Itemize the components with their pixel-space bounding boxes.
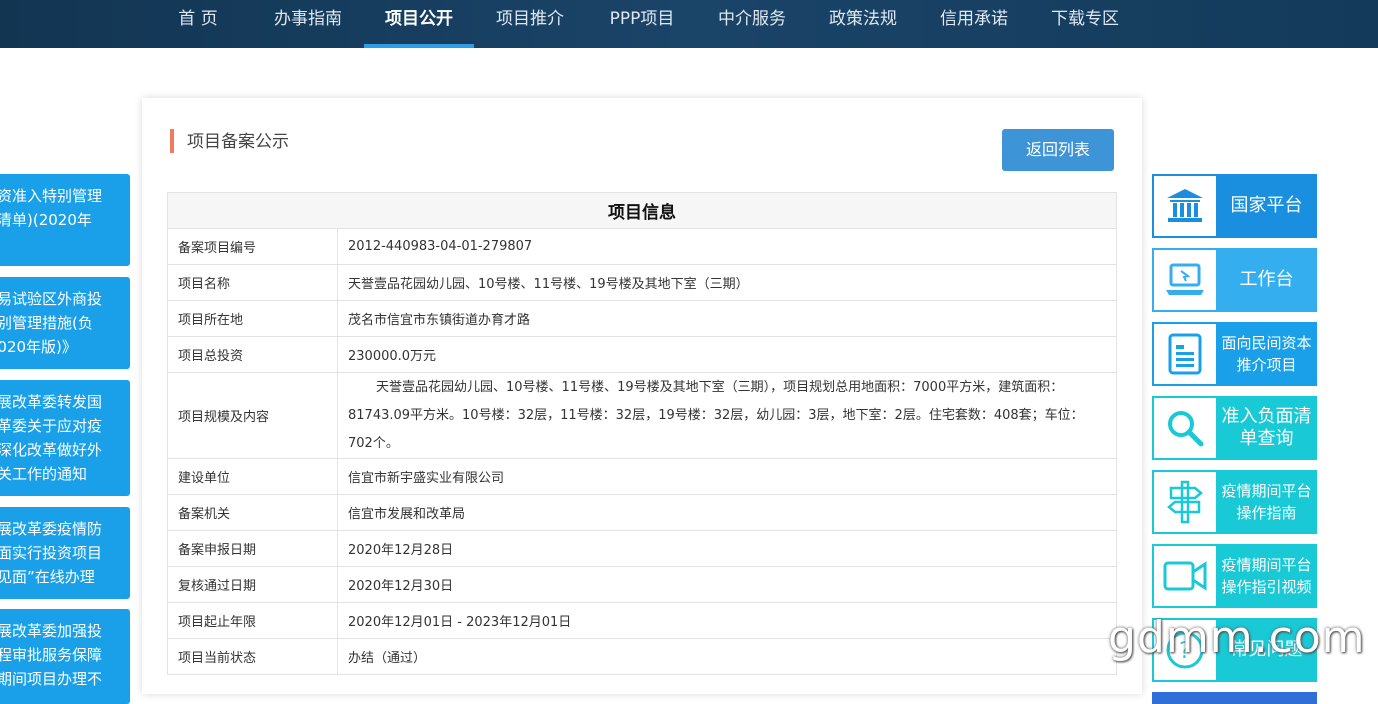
row-key: 项目名称	[167, 264, 338, 301]
row-key: 项目规模及内容	[167, 372, 338, 459]
top-nav: 首 页 办事指南 项目公开 项目推介 PPP项目 中介服务 政策法规 信用承诺 …	[0, 0, 1378, 48]
table-row: 项目名称 天誉壹品花园幼儿园、10号楼、11号楼、19号楼及其地下室（三期）	[167, 264, 1117, 301]
news-item-text: 投资准入特别管理 面清单)(2020年	[0, 187, 103, 229]
right-panel-label: 工作台	[1239, 269, 1294, 290]
nav-item-ppp[interactable]: PPP项目	[600, 0, 684, 48]
table-row: 项目当前状态 办结（通过）	[167, 638, 1117, 675]
project-info-card: 项目备案公示 返回列表 项目信息 备案项目编号 2012-440983-04-0…	[142, 98, 1142, 694]
row-key: 备案机关	[167, 494, 338, 531]
row-key: 备案申报日期	[167, 530, 338, 567]
right-panel-label: 国家平台	[1230, 195, 1303, 216]
row-value: 天誉壹品花园幼儿园、10号楼、11号楼、19号楼及其地下室（三期）	[337, 264, 1117, 301]
nav-item-download[interactable]: 下载专区	[1043, 0, 1127, 48]
nav-item-policy[interactable]: 政策法规	[821, 0, 905, 48]
table-row: 项目规模及内容 天誉壹品花园幼儿园、10号楼、11号楼、19号楼及其地下室（三期…	[167, 372, 1117, 459]
back-to-list-button[interactable]: 返回列表	[1002, 129, 1114, 171]
news-item-text: 发展改革委加强投 流程审批服务保障 控期间项目办理不	[0, 622, 103, 688]
document-list-icon	[1154, 324, 1216, 384]
news-item[interactable]: 贸易试验区外商投 特别管理措施(负 (2020年版)》	[0, 277, 130, 369]
right-panel-label: 疫情期间平台操作指南	[1221, 482, 1312, 522]
laptop-icon	[1154, 250, 1216, 310]
row-value: 2020年12月01日 - 2023年12月01日	[337, 602, 1117, 639]
nav-item-credit[interactable]: 信用承诺	[932, 0, 1016, 48]
table-row: 项目起止年限 2020年12月01日 - 2023年12月01日	[167, 602, 1117, 639]
row-value: 2012-440983-04-01-279807	[337, 228, 1117, 265]
news-item[interactable]: 发展改革委疫情防 全面实行投资项目 不见面”在线办理	[0, 507, 130, 599]
row-key: 建设单位	[167, 458, 338, 495]
row-value: 2020年12月30日	[337, 566, 1117, 603]
watermark: gdmm.com	[1108, 612, 1366, 663]
right-panel-label: 疫情期间平台操作指引视频	[1221, 556, 1312, 596]
nav-item-project-promote[interactable]: 项目推介	[488, 0, 572, 48]
row-value: 茂名市信宜市东镇街道办育才路	[337, 300, 1117, 337]
row-key: 备案项目编号	[167, 228, 338, 265]
right-panel-label: 面向民间资本推介项目	[1221, 334, 1312, 374]
private-capital-projects-button[interactable]: 面向民间资本推介项目	[1152, 322, 1317, 386]
negative-list-query-button[interactable]: 准入负面清单查询	[1152, 396, 1317, 460]
news-item[interactable]: 发展改革委转发国 改革委关于应对疫 步深化改革做好外 有关工作的通知	[0, 380, 130, 496]
epidemic-video-button[interactable]: 疫情期间平台操作指引视频	[1152, 544, 1317, 608]
national-platform-button[interactable]: 国家平台	[1152, 174, 1317, 238]
row-value: 信宜市新宇盛实业有限公司	[337, 458, 1117, 495]
workbench-button[interactable]: 工作台	[1152, 248, 1317, 312]
table-row: 项目总投资 230000.0万元	[167, 336, 1117, 373]
news-item[interactable]: 发展改革委加强投 流程审批服务保障 控期间项目办理不	[0, 609, 130, 704]
page-title: 项目备案公示	[170, 129, 289, 153]
table-row: 项目所在地 茂名市信宜市东镇街道办育才路	[167, 300, 1117, 337]
table-row: 备案申报日期 2020年12月28日	[167, 530, 1117, 567]
table-row: 备案项目编号 2012-440983-04-01-279807	[167, 228, 1117, 265]
nav-item-project-public[interactable]: 项目公开	[364, 0, 474, 48]
table-title: 项目信息	[167, 192, 1117, 229]
table-row: 备案机关 信宜市发展和改革局	[167, 494, 1117, 531]
table-row: 复核通过日期 2020年12月30日	[167, 566, 1117, 603]
row-value: 2020年12月28日	[337, 530, 1117, 567]
row-key: 项目当前状态	[167, 638, 338, 675]
video-camera-icon	[1154, 546, 1216, 606]
epidemic-guide-button[interactable]: 疫情期间平台操作指南	[1152, 470, 1317, 534]
signpost-icon	[1154, 472, 1216, 532]
row-key: 项目所在地	[167, 300, 338, 337]
news-item[interactable]: 投资准入特别管理 面清单)(2020年	[0, 174, 130, 266]
government-building-icon	[1154, 176, 1216, 236]
row-value: 天誉壹品花园幼儿园、10号楼、11号楼、19号楼及其地下室（三期），项目规划总用…	[337, 372, 1117, 459]
right-panel-label: 准入负面清单查询	[1221, 406, 1312, 449]
row-key: 复核通过日期	[167, 566, 338, 603]
row-value: 办结（通过）	[337, 638, 1117, 675]
next-panel-button[interactable]	[1152, 692, 1317, 704]
row-key: 项目起止年限	[167, 602, 338, 639]
row-value: 信宜市发展和改革局	[337, 494, 1117, 531]
news-item-text: 贸易试验区外商投 特别管理措施(负 (2020年版)》	[0, 290, 103, 356]
news-item-text: 发展改革委转发国 改革委关于应对疫 步深化改革做好外 有关工作的通知	[0, 393, 103, 483]
search-icon	[1154, 398, 1216, 458]
news-item-text: 发展改革委疫情防 全面实行投资项目 不见面”在线办理	[0, 520, 103, 586]
nav-item-guide[interactable]: 办事指南	[266, 0, 350, 48]
table-row: 建设单位 信宜市新宇盛实业有限公司	[167, 458, 1117, 495]
row-value: 230000.0万元	[337, 336, 1117, 373]
row-key: 项目总投资	[167, 336, 338, 373]
nav-item-home[interactable]: 首 页	[170, 0, 226, 48]
nav-item-agency[interactable]: 中介服务	[710, 0, 794, 48]
project-info-table: 项目信息 备案项目编号 2012-440983-04-01-279807 项目名…	[167, 192, 1117, 675]
